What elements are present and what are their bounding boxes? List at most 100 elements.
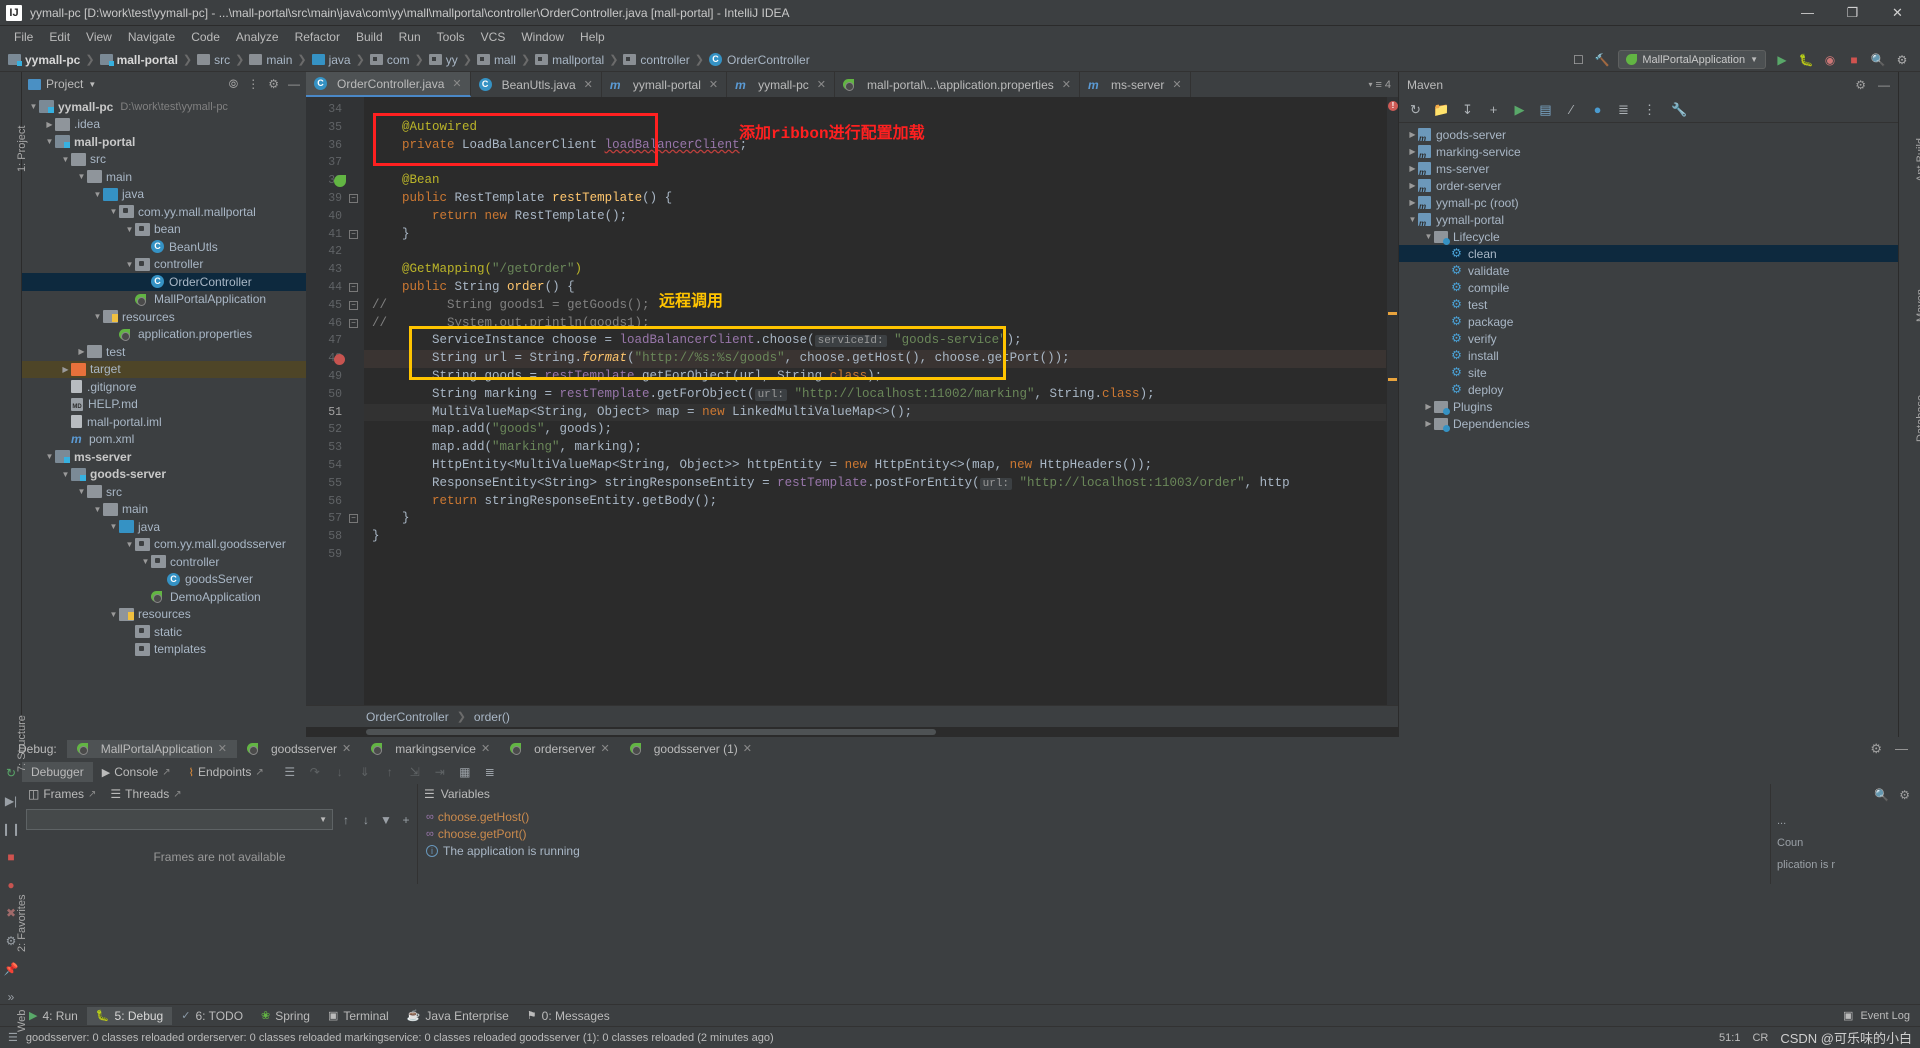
breadcrumb-item-java[interactable]: java: [310, 53, 353, 67]
menu-item-run[interactable]: Run: [391, 28, 429, 46]
menu-item-analyze[interactable]: Analyze: [228, 28, 287, 46]
bottom-tool-terminal[interactable]: ▣ Terminal: [319, 1007, 398, 1025]
maven-tree-item-yymall-portal[interactable]: ▼ yymall-portal: [1399, 211, 1898, 229]
move-up-icon[interactable]: ↑: [339, 813, 353, 827]
gutter-line-43[interactable]: 43: [306, 261, 364, 279]
run-icon[interactable]: ▶: [1774, 52, 1790, 68]
debug-session-tab-markingservice[interactable]: markingservice ✕: [361, 740, 500, 758]
code-line-46[interactable]: // System.out.println(goods1);: [364, 315, 1386, 333]
chevron-right-icon[interactable]: ▶: [1407, 147, 1418, 156]
code-line-52[interactable]: map.add("goods", goods);: [364, 421, 1386, 439]
project-tree-item-target[interactable]: ▶ target: [22, 360, 306, 378]
settings-icon[interactable]: ⚙: [1899, 788, 1910, 802]
chevron-right-icon[interactable]: ▶: [1423, 402, 1434, 411]
tool-window-project[interactable]: 1: Project: [16, 126, 28, 172]
editor-tab-mall-portal-application-properties[interactable]: mall-portal\...\application.properties ✕: [835, 72, 1080, 97]
maven-tree-item-validate[interactable]: ⚙ validate: [1399, 262, 1898, 279]
pin-icon[interactable]: 📌: [4, 962, 19, 976]
chevron-right-icon[interactable]: ▶: [1407, 130, 1418, 139]
breadcrumb-item-controller[interactable]: controller: [621, 53, 691, 67]
maven-tree-item-dependencies[interactable]: ▶ Dependencies: [1399, 415, 1898, 432]
code-line-43[interactable]: @GetMapping("/getOrder"): [364, 261, 1386, 279]
close-tab-icon[interactable]: ✕: [584, 78, 593, 91]
step-out-icon[interactable]: ↑: [383, 765, 397, 779]
debug-inner-tab-debugger[interactable]: Debugger: [22, 762, 93, 782]
debug-session-tab-mallportalapplication[interactable]: MallPortalApplication ✕: [66, 739, 237, 758]
breadcrumb-item-mall-portal[interactable]: mall-portal: [98, 53, 180, 67]
menu-item-vcs[interactable]: VCS: [473, 28, 514, 46]
bottom-tool-java-enterprise[interactable]: ☕ Java Enterprise: [398, 1007, 518, 1025]
gutter-line-40[interactable]: 40: [306, 208, 364, 226]
maven-tree-item-deploy[interactable]: ⚙ deploy: [1399, 381, 1898, 398]
code-line-37[interactable]: [364, 154, 1386, 172]
hide-icon[interactable]: —: [1895, 741, 1908, 757]
gutter-line-47[interactable]: 47: [306, 332, 364, 350]
chevron-down-icon[interactable]: ▼: [88, 80, 96, 89]
project-tree-item-main[interactable]: ▼ main: [22, 168, 306, 186]
menu-item-help[interactable]: Help: [572, 28, 613, 46]
bottom-tool-6-todo[interactable]: ✓ 6: TODO: [172, 1007, 252, 1025]
gutter-line-55[interactable]: 55: [306, 475, 364, 493]
project-tree-item-java[interactable]: ▼ java: [22, 186, 306, 204]
collapse-all-icon[interactable]: ⋮: [1642, 102, 1657, 117]
chevron-down-icon[interactable]: ▼: [140, 557, 151, 566]
gutter-line-42[interactable]: 42: [306, 243, 364, 261]
stop-icon[interactable]: ■: [1846, 52, 1862, 68]
project-tree-item-resources[interactable]: ▼ resources: [22, 606, 306, 624]
code-fold-icon[interactable]: −: [349, 229, 358, 239]
move-down-icon[interactable]: ↓: [359, 813, 373, 827]
chevron-right-icon[interactable]: ▶: [60, 365, 71, 374]
maven-tree-item-clean[interactable]: ⚙ clean: [1399, 245, 1898, 262]
chevron-down-icon[interactable]: ▼: [60, 470, 71, 479]
layout-settings-icon[interactable]: ≣: [483, 765, 497, 779]
editor-tab-yymall-portal[interactable]: m yymall-portal ✕: [602, 72, 728, 97]
editor-gutter[interactable]: 343536373839−4041−424344−45−46−474849505…: [306, 97, 364, 705]
menu-item-edit[interactable]: Edit: [41, 28, 78, 46]
gutter-line-41[interactable]: 41−: [306, 226, 364, 244]
view-breakpoints-icon[interactable]: ●: [7, 878, 14, 892]
menu-item-navigate[interactable]: Navigate: [120, 28, 183, 46]
gutter-line-57[interactable]: 57−: [306, 510, 364, 528]
breadcrumb-item-src[interactable]: src: [195, 53, 232, 67]
breadcrumb-item-yymall-pc[interactable]: yymall-pc: [6, 53, 82, 67]
chevron-down-icon[interactable]: ▼: [108, 207, 119, 216]
code-line-57[interactable]: }: [364, 510, 1386, 528]
tab-threads[interactable]: ☰ Threads ↗: [110, 787, 181, 801]
gear-icon[interactable]: ⚙: [1870, 741, 1882, 757]
hide-icon[interactable]: —: [1878, 78, 1890, 92]
project-tree[interactable]: ▼ yymall-pc D:\work\test\yymall-pc ▶ .idea ▼ m…: [22, 96, 306, 737]
code-editor[interactable]: @Autowired private LoadBalancerClient lo…: [364, 97, 1386, 705]
filter-icon[interactable]: ▼: [379, 813, 393, 827]
project-tree-item--gitignore[interactable]: .gitignore: [22, 378, 306, 396]
maven-tree-item-site[interactable]: ⚙ site: [1399, 364, 1898, 381]
add-maven-project-icon[interactable]: 📁: [1433, 102, 1449, 117]
breadcrumb-item-ordercontroller[interactable]: C OrderController: [707, 53, 812, 67]
maven-settings-icon[interactable]: 🔧: [1671, 102, 1687, 117]
toggle-offline-icon[interactable]: ●: [1590, 102, 1605, 117]
code-fold-icon[interactable]: −: [349, 300, 358, 310]
maven-tree-item-yymall-pc-root-[interactable]: ▶ yymall-pc (root): [1399, 194, 1898, 212]
line-separator[interactable]: CR: [1752, 1032, 1768, 1044]
code-line-47[interactable]: ServiceInstance choose = loadBalancerCli…: [364, 332, 1386, 350]
chevron-down-icon[interactable]: ▼: [44, 137, 55, 146]
gutter-line-59[interactable]: 59: [306, 546, 364, 564]
watch-list[interactable]: ∞ choose.getHost() ∞ choose.getPort() i The a…: [418, 804, 1770, 884]
tab-frames[interactable]: ◫ Frames ↗: [28, 787, 96, 801]
code-line-44[interactable]: public String order() {: [364, 279, 1386, 297]
collapse-all-icon[interactable]: ⋮: [247, 77, 259, 91]
project-tree-item-ms-server[interactable]: ▼ ms-server: [22, 448, 306, 466]
close-session-icon[interactable]: ✕: [601, 742, 610, 755]
project-tree-item-pom-xml[interactable]: m pom.xml: [22, 431, 306, 449]
breadcrumb-item-mallportal[interactable]: mallportal: [533, 53, 606, 67]
breadcrumb-item-main[interactable]: main: [247, 53, 294, 67]
gutter-line-58[interactable]: 58: [306, 528, 364, 546]
project-tree-item-goods-server[interactable]: ▼ goods-server: [22, 466, 306, 484]
project-tree-item-static[interactable]: static: [22, 623, 306, 641]
bottom-tool-spring[interactable]: ❀ Spring: [252, 1007, 319, 1025]
close-session-icon[interactable]: ✕: [481, 742, 490, 755]
gutter-line-52[interactable]: 52: [306, 421, 364, 439]
bottom-tool-4-run[interactable]: ▶ 4: Run: [20, 1007, 87, 1025]
project-tree-item-application-properties[interactable]: application.properties: [22, 326, 306, 344]
add-icon[interactable]: +: [1486, 102, 1501, 117]
maven-projects-tree[interactable]: ▶goods-server▶marking-service▶ms-server▶…: [1399, 123, 1898, 737]
